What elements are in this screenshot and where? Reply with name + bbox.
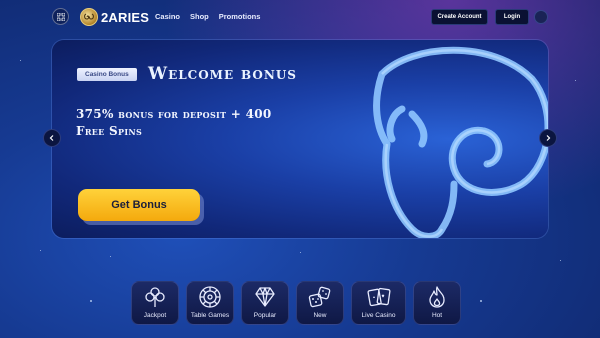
menu-button[interactable] <box>52 8 69 25</box>
logo[interactable]: 2ARIES <box>80 7 149 27</box>
login-button[interactable]: Login <box>495 9 529 25</box>
category-live-casino[interactable]: Live Casino <box>351 281 406 325</box>
carousel-next-button[interactable] <box>539 129 557 147</box>
category-label: Popular <box>253 312 277 319</box>
roulette-icon <box>199 286 221 308</box>
nav-casino[interactable]: Casino <box>155 12 180 21</box>
category-label: New <box>313 312 327 319</box>
nav-promotions[interactable]: Promotions <box>219 12 261 21</box>
clover-icon <box>145 287 165 307</box>
promo-banner: Casino Bonus Welcome bonus 375% bonus fo… <box>52 40 548 238</box>
ram-logo-icon <box>80 8 98 26</box>
top-header: 2ARIES Casino Shop Promotions Create Acc… <box>0 0 600 34</box>
category-bar: Jackpot Table Games Popular New Live Cas… <box>131 281 461 325</box>
banner-title: Welcome bonus <box>148 64 297 84</box>
category-label: Hot <box>431 312 443 319</box>
ram-zodiac-icon <box>373 46 548 238</box>
diamond-icon <box>255 287 275 307</box>
carousel-prev-button[interactable] <box>43 129 61 147</box>
category-hot[interactable]: Hot <box>413 281 461 325</box>
category-label: Live Casino <box>361 312 396 319</box>
nav-shop[interactable]: Shop <box>190 12 209 21</box>
category-table-games[interactable]: Table Games <box>186 281 234 325</box>
category-new[interactable]: New <box>296 281 344 325</box>
get-bonus-button[interactable]: Get Bonus <box>78 189 200 221</box>
category-label: Table Games <box>190 312 230 319</box>
avatar[interactable] <box>534 10 548 24</box>
grid-menu-icon <box>56 12 65 21</box>
category-label: Jackpot <box>143 312 167 319</box>
casino-bonus-badge: Casino Bonus <box>77 68 137 81</box>
category-jackpot[interactable]: Jackpot <box>131 281 179 325</box>
cards-icon <box>366 287 391 307</box>
banner-subtitle: 375% bonus for deposit + 400 Free Spins <box>76 107 272 138</box>
create-account-button[interactable]: Create Account <box>431 9 488 25</box>
flame-icon <box>429 286 445 308</box>
chevron-left-icon <box>49 135 54 141</box>
category-popular[interactable]: Popular <box>241 281 289 325</box>
main-nav: Casino Shop Promotions <box>155 12 260 21</box>
chevron-right-icon <box>546 135 551 141</box>
dice-icon <box>308 286 331 308</box>
logo-text: 2ARIES <box>101 9 150 25</box>
